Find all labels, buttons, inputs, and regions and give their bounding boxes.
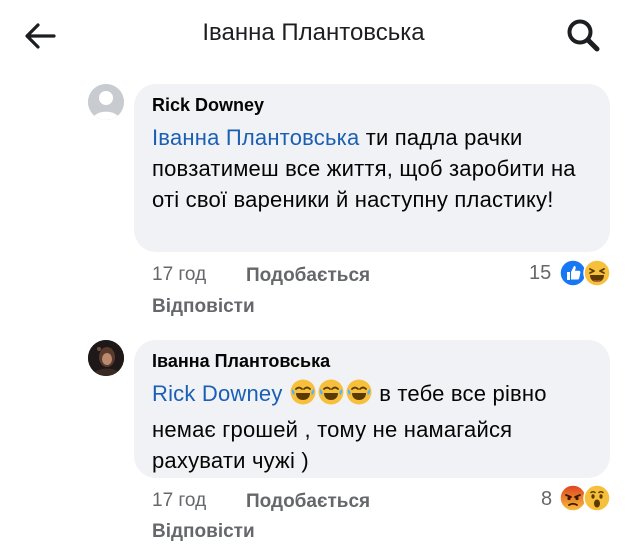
comment-bubble: Rick Downey Іванна Плантовська ти падла … [134, 84, 610, 252]
search-button[interactable] [562, 14, 606, 58]
avatar-rick-downey[interactable] [88, 84, 124, 120]
comment-author[interactable]: Іванна Плантовська [152, 351, 330, 372]
like-button[interactable]: Подобається [246, 491, 370, 513]
wow-icon[interactable] [583, 484, 611, 512]
joy-emoji-icon [345, 378, 373, 414]
like-button[interactable]: Подобається [246, 265, 370, 287]
haha-icon[interactable] [583, 259, 611, 287]
comment-author[interactable]: Rick Downey [152, 95, 264, 116]
joy-emoji-icon [289, 378, 317, 414]
avatar-ivanna[interactable] [88, 340, 124, 376]
reaction-count[interactable]: 15 [529, 262, 551, 285]
joy-emoji-icon [317, 378, 345, 414]
profile-photo-icon [88, 340, 124, 376]
mention-link[interactable]: Rick Downey [152, 381, 283, 406]
header-bar: Іванна Плантовська [0, 0, 627, 70]
page-title: Іванна Плантовська [202, 19, 425, 46]
default-avatar-icon [88, 84, 124, 120]
comment-timestamp[interactable]: 17 год [152, 490, 206, 512]
reply-button[interactable]: Відповісти [152, 296, 255, 318]
reaction-count[interactable]: 8 [541, 488, 552, 511]
comment-timestamp[interactable]: 17 год [152, 264, 206, 286]
search-icon [567, 19, 600, 52]
comment-bubble: Іванна Плантовська Rick Downey в тебе вс… [134, 340, 610, 478]
comment-text: Іванна Плантовська ти падла рачки повзат… [152, 122, 596, 215]
comment-text: Rick Downey в тебе все рівно немає гроше… [152, 378, 596, 476]
mention-link[interactable]: Іванна Плантовська [152, 125, 359, 150]
reply-button[interactable]: Відповісти [152, 521, 255, 543]
